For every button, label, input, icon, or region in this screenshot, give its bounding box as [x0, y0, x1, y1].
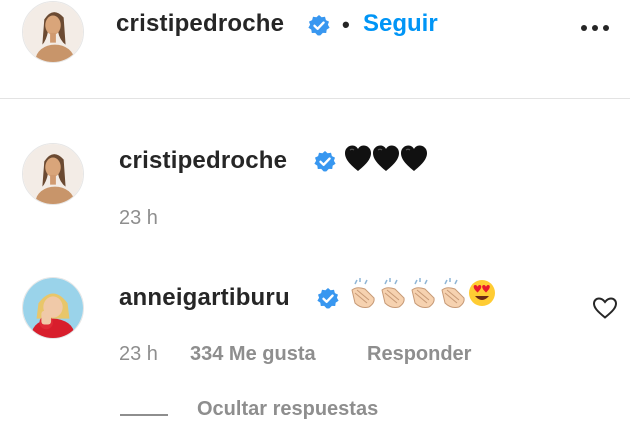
- reply-button[interactable]: Responder: [367, 343, 471, 366]
- heart-outline-icon[interactable]: [592, 296, 618, 320]
- clapping-hands-icon: [441, 278, 465, 308]
- verified-badge-icon: [314, 151, 336, 172]
- more-dots-icon[interactable]: [580, 22, 610, 34]
- avatar-photo-icon: [23, 2, 83, 62]
- comment-text: [347, 276, 497, 310]
- comment-timestamp[interactable]: 23 h: [119, 207, 158, 230]
- black-heart-icon: [345, 145, 371, 171]
- avatar-photo-icon: [23, 144, 83, 204]
- clapping-hands-icon: [381, 278, 405, 308]
- clapping-hands-icon: [351, 278, 375, 308]
- verified-badge-icon: [308, 15, 330, 36]
- hide-replies-button[interactable]: Ocultar respuestas: [197, 398, 378, 421]
- verified-badge-icon: [317, 288, 339, 309]
- comment-timestamp[interactable]: 23 h: [119, 343, 158, 366]
- black-heart-icon: [401, 145, 427, 171]
- comment-username[interactable]: anneigartiburu: [119, 284, 290, 312]
- heart-eyes-face-icon: [469, 280, 495, 306]
- comment-username[interactable]: cristipedroche: [119, 147, 287, 175]
- avatar-photo-icon: [23, 278, 83, 338]
- comment-avatar[interactable]: [22, 143, 84, 205]
- clapping-hands-icon: [411, 278, 435, 308]
- header-separator: •: [342, 12, 350, 37]
- comment-text: [344, 144, 428, 174]
- post-author-username[interactable]: cristipedroche: [116, 10, 284, 38]
- follow-button[interactable]: Seguir: [363, 10, 438, 38]
- black-heart-icon: [373, 145, 399, 171]
- replies-divider: [120, 414, 168, 416]
- post-author-avatar[interactable]: [22, 1, 84, 63]
- comment-avatar[interactable]: [22, 277, 84, 339]
- post-header: cristipedroche • Seguir: [0, 0, 630, 99]
- comment-likes-count[interactable]: 334 Me gusta: [190, 343, 316, 366]
